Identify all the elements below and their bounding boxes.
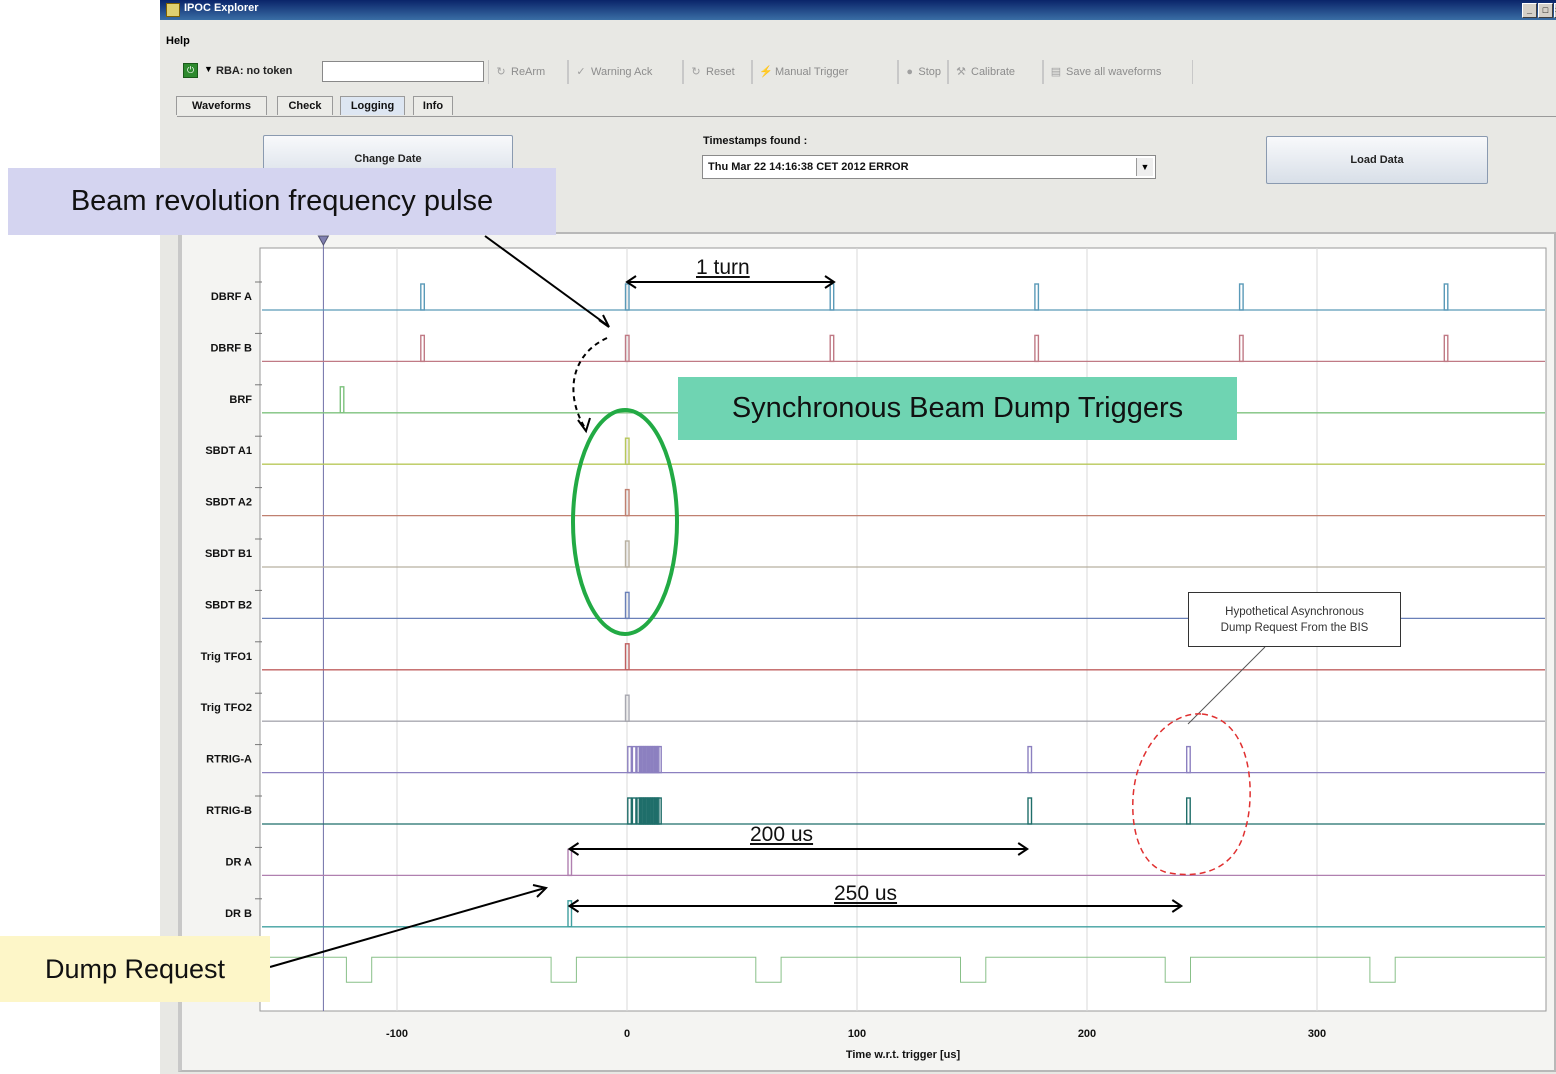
- x-axis-label: Time w.r.t. trigger [us]: [846, 1049, 961, 1061]
- x-tick-label: -100: [386, 1028, 408, 1040]
- channel-label: RTRIG-B: [206, 805, 252, 817]
- callout-hypothetical: Hypothetical Asynchronous Dump Request F…: [1188, 592, 1401, 647]
- callout-dump-request: Dump Request: [0, 936, 270, 1002]
- callout-hypothetical-line1: Hypothetical Asynchronous: [1225, 605, 1364, 618]
- x-tick-label: 200: [1078, 1028, 1096, 1040]
- x-tick-label: 100: [848, 1028, 866, 1040]
- callout-beam-pulse: Beam revolution frequency pulse: [8, 168, 556, 235]
- channel-label: BRF: [229, 394, 252, 406]
- channel-label: SBDT A1: [205, 445, 252, 457]
- callout-hypothetical-line2: Dump Request From the BIS: [1220, 621, 1369, 634]
- x-tick-label: 300: [1308, 1028, 1326, 1040]
- channel-label: Trig TFO1: [201, 651, 252, 663]
- channel-label: DR A: [226, 856, 253, 868]
- x-tick-label: 0: [624, 1028, 630, 1040]
- channel-label: DR B: [225, 908, 252, 920]
- channel-label: SBDT B2: [205, 599, 252, 611]
- annotation-250us: 250 us: [834, 882, 898, 905]
- channel-label: DBRF B: [210, 342, 252, 354]
- cursor-marker-icon: [317, 235, 330, 247]
- channel-label: Trig TFO2: [201, 702, 252, 714]
- callout-sync-triggers: Synchronous Beam Dump Triggers: [678, 377, 1237, 440]
- channel-label: SBDT B1: [205, 548, 252, 560]
- channel-label: DBRF A: [211, 291, 252, 303]
- channel-label: SBDT A2: [205, 497, 252, 509]
- waveform-plot: -100 0 100 200 300 Time w.r.t. trigger [us] DB…: [201, 235, 1547, 1061]
- channel-label: RTRIG-A: [206, 754, 252, 766]
- annotation-one-turn: 1 turn: [696, 256, 750, 279]
- annotation-200us: 200 us: [750, 823, 814, 846]
